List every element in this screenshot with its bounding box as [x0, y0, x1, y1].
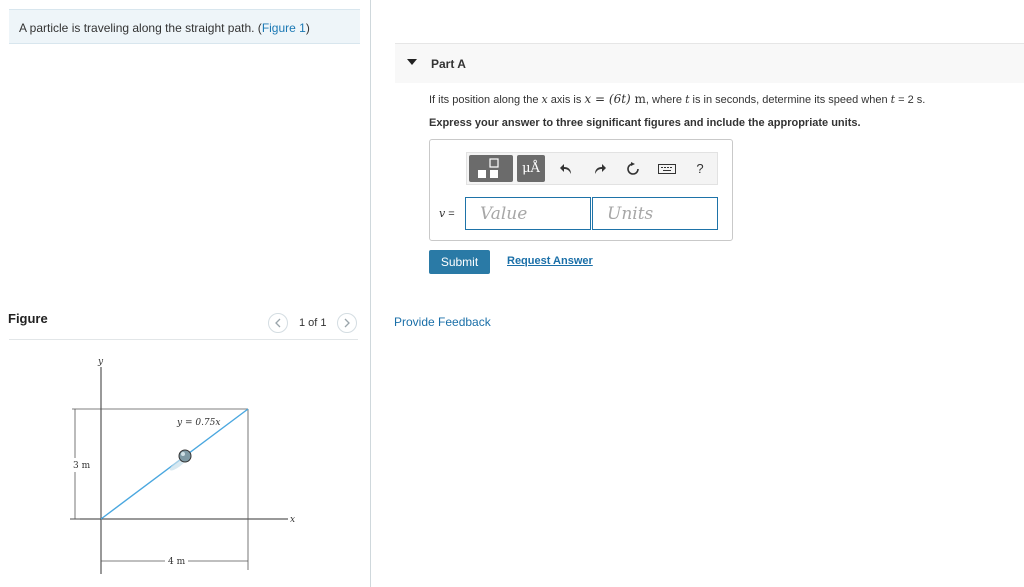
keyboard-button[interactable] — [655, 153, 679, 184]
units-icon: μÅ — [522, 161, 540, 176]
question-post2: is in seconds, determine its speed when — [689, 94, 891, 106]
units-button[interactable]: μÅ — [517, 155, 545, 182]
collapse-toggle[interactable] — [405, 54, 419, 70]
submit-button[interactable]: Submit — [429, 250, 490, 274]
particle — [178, 449, 192, 463]
chevron-left-icon — [275, 318, 281, 328]
part-header-bar — [395, 43, 1024, 83]
intro-text: A particle is traveling along the straig… — [19, 21, 262, 35]
problem-intro: A particle is traveling along the straig… — [9, 9, 360, 44]
templates-icon — [478, 157, 499, 178]
intro-close: ) — [305, 21, 310, 35]
figure-pager: 1 of 1 — [299, 317, 327, 329]
width-dimension-label: 4 m — [168, 557, 186, 567]
question-post1: , where — [645, 94, 686, 106]
column-divider — [370, 0, 371, 587]
value-input[interactable] — [465, 197, 591, 230]
templates-button[interactable] — [469, 155, 513, 182]
redo-button[interactable] — [589, 153, 611, 184]
reset-icon — [627, 161, 639, 175]
reset-button[interactable] — [622, 153, 644, 184]
particle-highlight — [181, 452, 185, 456]
previous-figure-button[interactable] — [268, 313, 288, 333]
request-answer-link[interactable]: Request Answer — [507, 255, 593, 267]
units-input[interactable] — [592, 197, 718, 230]
help-button[interactable]: ? — [689, 153, 711, 184]
equation-unit: m — [630, 92, 646, 106]
keyboard-icon — [658, 163, 676, 174]
provide-feedback-link[interactable]: Provide Feedback — [394, 315, 491, 329]
caret-down-icon — [407, 59, 417, 65]
figure-heading: Figure — [8, 311, 48, 326]
help-icon: ? — [696, 161, 704, 176]
part-title: Part A — [431, 57, 466, 71]
y-axis-label: y — [97, 357, 104, 367]
x-axis-label: x — [290, 515, 295, 525]
question-tail: = 2 s. — [895, 94, 926, 106]
math-toolbar: μÅ ? — [466, 152, 718, 185]
undo-button[interactable] — [555, 153, 577, 184]
undo-icon — [560, 163, 571, 174]
redo-icon — [595, 163, 606, 174]
question-text: If its position along the x axis is x = … — [429, 92, 925, 106]
next-figure-button[interactable] — [337, 313, 357, 333]
particle-path-diagram: y x 3 m 4 m y = 0.75x — [70, 357, 295, 574]
figure-link[interactable]: Figure 1 — [262, 21, 306, 35]
question-mid: axis is — [547, 94, 585, 106]
question-pre: If its position along the — [429, 94, 542, 106]
equation-sign: = — [591, 92, 609, 106]
answer-equals: = — [445, 208, 455, 220]
path-equation-label: y = 0.75x — [176, 418, 220, 428]
equation-rhs: (6t) — [608, 92, 631, 106]
figure-divider — [9, 339, 358, 340]
height-dimension-label: 3 m — [73, 461, 91, 471]
answer-variable-label: v = — [439, 207, 455, 220]
chevron-right-icon — [344, 318, 350, 328]
answer-instruction: Express your answer to three significant… — [429, 117, 861, 129]
